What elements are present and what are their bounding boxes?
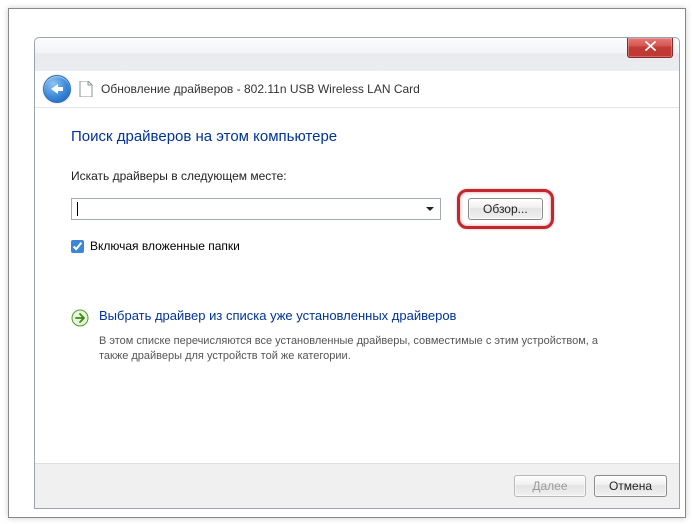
window-frame: Обновление драйверов - 802.11n USB Wirel… (8, 8, 686, 518)
chevron-down-icon[interactable] (422, 200, 438, 218)
include-subfolders-row[interactable]: Включая вложенные папки (71, 239, 643, 253)
wizard-pane: Обновление драйверов - 802.11n USB Wirel… (34, 71, 680, 509)
wizard-body: Поиск драйверов на этом компьютере Искат… (35, 108, 679, 485)
pick-link-desc: В этом списке перечисляются все установл… (99, 334, 619, 364)
title-prefix: Обновление драйверов (101, 82, 233, 96)
text-caret (77, 202, 78, 216)
window-title: Обновление драйверов - 802.11n USB Wirel… (101, 82, 420, 96)
next-button[interactable]: Далее (514, 475, 586, 497)
include-subfolders-label: Включая вложенные папки (90, 239, 240, 253)
wizard-footer: Далее Отмена (35, 463, 679, 508)
title-device: 802.11n USB Wireless LAN Card (244, 82, 420, 96)
back-button[interactable] (43, 75, 71, 103)
close-button[interactable] (627, 38, 673, 58)
arrow-right-icon (71, 309, 89, 327)
path-input[interactable] (76, 200, 422, 218)
titlebar (34, 37, 680, 73)
pick-link-title: Выбрать драйвер из списка уже установлен… (99, 308, 619, 323)
wizard-header: Обновление драйверов - 802.11n USB Wirel… (35, 71, 679, 108)
pick-from-list-link[interactable]: Выбрать драйвер из списка уже установлен… (71, 308, 643, 375)
include-subfolders-checkbox[interactable] (71, 240, 84, 253)
path-row: Обзор... (71, 189, 643, 229)
cancel-button[interactable]: Отмена (594, 475, 667, 497)
search-location-label: Искать драйверы в следующем месте: (71, 169, 643, 183)
browse-highlight: Обзор... (457, 189, 554, 229)
path-combobox[interactable] (71, 198, 441, 220)
close-icon (645, 41, 656, 51)
browse-button[interactable]: Обзор... (468, 198, 543, 220)
page-heading: Поиск драйверов на этом компьютере (71, 128, 643, 145)
page-icon (79, 81, 93, 97)
